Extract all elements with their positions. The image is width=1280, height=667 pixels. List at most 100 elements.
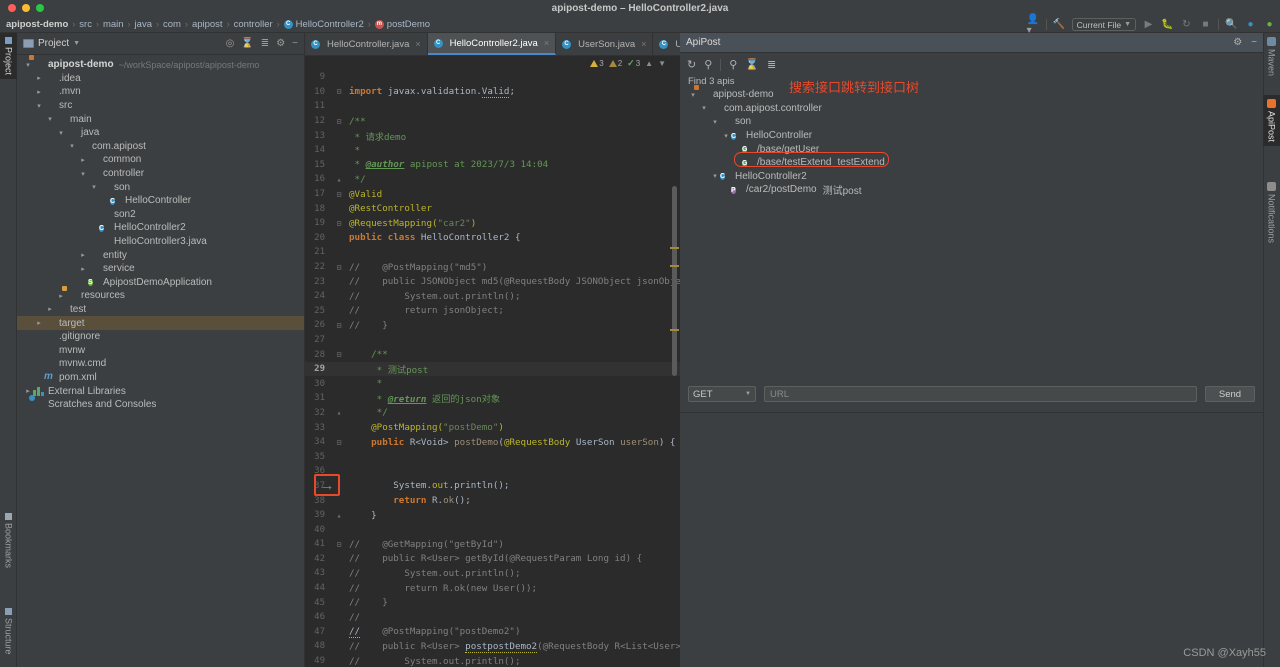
project-title[interactable]: Project ▼ [23,38,80,49]
code-fold-icon[interactable]: ⊟ [331,219,347,228]
project-tree-node[interactable]: ▸ mvnw [17,343,304,357]
sidebar-item-structure[interactable]: Structure [0,604,17,659]
code-fold-icon[interactable]: ⊟ [331,350,347,359]
collapse-all-icon[interactable]: ≣ [261,38,269,49]
chevron-right-icon[interactable]: ▸ [23,387,33,395]
chevron-up-icon[interactable]: ▲ [645,59,653,68]
project-tree-node[interactable]: ▸ External Libraries [17,384,304,398]
chevron-right-icon[interactable]: ▸ [45,305,55,313]
project-tree-node[interactable]: ▸ target [17,316,304,330]
warnings-count[interactable]: 3 [590,59,604,68]
breadcrumb-item-src[interactable]: src [77,19,94,30]
search-icon[interactable]: ⚲ [704,58,712,71]
project-tree-node[interactable]: ▸ .gitignore [17,330,304,344]
chevron-down-icon[interactable]: ▾ [45,115,55,123]
project-tree-node[interactable]: ▸ HelloController3.java [17,235,304,249]
project-tree[interactable]: ▾ apipost-demo ~/workSpace/apipost/apipost… [17,55,304,667]
project-tree-node[interactable]: ▸ test [17,303,304,317]
project-tree-node[interactable]: ▸ son2 [17,208,304,222]
editor-tab[interactable]: C UserSon.java × [556,33,654,55]
chevron-down-icon[interactable]: ▾ [34,102,44,110]
project-tree-node[interactable]: ▸m pom.xml [17,371,304,385]
project-tree-node[interactable]: ▸ service [17,262,304,276]
stop-icon[interactable]: ■ [1199,18,1212,31]
minimize-window-button[interactable] [22,4,30,12]
project-tree-node[interactable]: ▸ mvnw.cmd [17,357,304,371]
chevron-right-icon[interactable]: ▸ [34,74,44,82]
breadcrumb-item-controller[interactable]: controller [232,19,275,30]
apipost-api-tree[interactable]: ▾ apipost-demo ▾ com.apipost.controller ▾ son… [680,88,1263,197]
apipost-tree-node[interactable]: ▾ C HelloController2 [684,170,1263,184]
run-method-arrow-icon[interactable]: → [314,474,340,496]
chevron-right-icon[interactable]: ▸ [34,88,44,96]
project-tree-node[interactable]: ▾ java [17,126,304,140]
project-tree-node[interactable]: ▸ .mvn [17,85,304,99]
chevron-down-icon[interactable]: ▾ [699,104,709,112]
project-tree-node[interactable]: ▾ apipost-demo ~/workSpace/apipost/apipost… [17,58,304,72]
sidebar-item-apipost[interactable]: ApiPost [1263,95,1280,147]
editor-tab-bar[interactable]: C HelloController.java × C HelloController2.… [305,33,680,56]
breadcrumb-item-main[interactable]: main [101,19,126,30]
expand-all-icon[interactable]: ⌛ [745,58,759,71]
chevron-right-icon[interactable]: ▸ [78,251,88,259]
ok-count[interactable]: ✓ 3 [627,58,640,69]
run-icon[interactable]: ▶ [1142,18,1155,31]
sidebar-item-notifications[interactable]: Notifications [1263,178,1280,247]
code-fold-icon[interactable]: ⊟ [331,190,347,199]
locate-in-tree-icon[interactable]: ⚲ [729,58,737,71]
url-input[interactable]: URL [764,386,1197,402]
run-configuration-selector[interactable]: Current File ▼ [1071,18,1136,31]
code-fold-icon[interactable]: ⊟ [331,87,347,96]
chevron-right-icon[interactable]: ▸ [78,156,88,164]
collapse-target-icon[interactable]: ◎ [226,38,235,49]
project-tree-node[interactable]: ▸ Scratches and Consoles [17,398,304,412]
vcs-update-icon[interactable]: 👤▾ [1027,14,1040,36]
apipost-tree-node[interactable]: ▸G/base/getUser [684,142,1263,156]
sidebar-item-maven[interactable]: Maven [1263,33,1280,80]
close-icon[interactable]: × [544,38,549,48]
collapse-all-icon[interactable]: ≣ [767,58,776,71]
breadcrumb-item-project[interactable]: apipost-demo [4,19,70,30]
ide-icon[interactable]: ● [1263,18,1276,31]
chevron-right-icon[interactable]: ▸ [34,319,44,327]
chevron-down-icon[interactable]: ▾ [710,118,720,126]
project-tree-node[interactable]: ▾ com.apipost [17,140,304,154]
chevron-down-icon[interactable]: ▾ [89,183,99,191]
traffic-lights[interactable] [8,4,44,12]
code-fold-icon[interactable]: ⊟ [331,540,347,549]
apipost-tree-node[interactable]: ▸G/base/testExtend testExtend [684,156,1263,170]
project-tree-node[interactable]: ▸S ApipostDemoApplication [17,276,304,290]
project-tree-node[interactable]: ▸ common [17,153,304,167]
project-tree-node[interactable]: ▸ resources [17,289,304,303]
settings-gear-icon[interactable]: ⚙ [1233,37,1242,48]
code-fold-icon[interactable]: ▴ [331,175,347,184]
expand-all-icon[interactable]: ⌛ [241,38,253,49]
apipost-tree-node[interactable]: ▸P/car2/postDemo 测试post [684,183,1263,197]
chevron-down-icon[interactable]: ▾ [56,129,66,137]
editor-tab[interactable]: C HelloController2.java × [427,33,557,55]
sidebar-item-bookmarks[interactable]: Bookmarks [0,509,17,572]
project-tree-node[interactable]: ▸C HelloController2 [17,221,304,235]
weak-warnings-count[interactable]: 2 [608,59,622,68]
chevron-right-icon[interactable]: ▸ [78,265,88,273]
chevron-down-icon[interactable]: ▾ [67,142,77,150]
breadcrumb-item-class[interactable]: C HelloController2 [282,19,366,30]
close-icon[interactable]: × [641,39,646,49]
inspection-widget[interactable]: 3 2 ✓ 3 ▲ ▼ [590,58,666,69]
breadcrumb-item-apipost[interactable]: apipost [190,19,225,30]
code-fold-icon[interactable]: ⊟ [331,117,347,126]
apipost-tree-node[interactable]: ▾ com.apipost.controller [684,102,1263,116]
refresh-icon[interactable]: ↻ [687,58,696,71]
chevron-down-icon[interactable]: ▾ [78,170,88,178]
editor-tab[interactable]: CUser.jav [653,33,680,55]
zoom-window-button[interactable] [36,4,44,12]
apipost-tree-node[interactable]: ▾ son [684,115,1263,129]
project-tree-node[interactable]: ▸ .idea [17,72,304,86]
close-window-button[interactable] [8,4,16,12]
breadcrumb-item-com[interactable]: com [161,19,183,30]
project-tree-node[interactable]: ▾ son [17,180,304,194]
code-editor[interactable]: 3 2 ✓ 3 ▲ ▼ 9 10 ⊟ import javax.validation.V… [305,56,680,667]
chevron-down-icon[interactable]: ▾ [23,61,33,69]
hide-minus-icon[interactable]: − [1251,37,1257,48]
breadcrumb-item-method[interactable]: m postDemo [373,19,432,30]
